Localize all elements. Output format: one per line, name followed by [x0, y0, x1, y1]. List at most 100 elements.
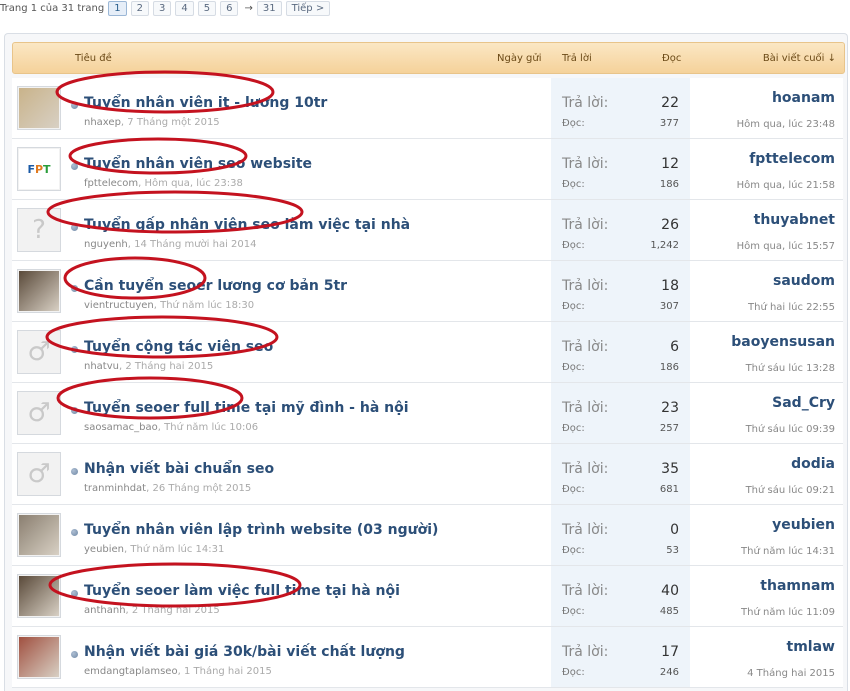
avatar[interactable]: FPT — [17, 147, 61, 191]
column-replies[interactable]: Trả lời — [562, 53, 592, 64]
thread-author-link[interactable]: fpttelecom — [84, 178, 138, 189]
last-post-user-link[interactable]: hoanam — [772, 90, 835, 106]
avatar[interactable] — [17, 86, 61, 130]
last-post-time-link[interactable]: Hôm qua, lúc 21:58 — [737, 180, 835, 191]
thread-stats: Trả lời: 26 Đọc: 1,242 — [551, 200, 690, 260]
last-post: thamnam Thứ năm lúc 11:09 — [695, 566, 835, 626]
thread-row[interactable]: ? Tuyển gấp nhân viên seo làm việc tại nh… — [12, 200, 843, 261]
last-post-time-link[interactable]: Thứ sáu lúc 09:21 — [746, 485, 835, 496]
views-count: 186 — [659, 362, 679, 373]
thread-start-date: , 2 Tháng hai 2015 — [118, 361, 214, 372]
last-post-user-link[interactable]: saudom — [773, 273, 835, 289]
thread-row[interactable]: F P T Tuyển nhân viên seo website fpttelecom… — [12, 139, 843, 200]
last-post-time-link[interactable]: Thứ hai lúc 22:55 — [748, 302, 835, 313]
thread-stats: Trả lời: 0 Đọc: 53 — [551, 505, 690, 565]
thread-title-link[interactable]: Cần tuyển seoer lương cơ bản 5tr — [84, 278, 347, 294]
last-post-user-link[interactable]: thuyabnet — [754, 212, 835, 228]
avatar[interactable] — [17, 513, 61, 557]
thread-row[interactable]: ♂ Tuyển cộng tác viên seo nhatvu, 2 Tháng … — [12, 322, 843, 383]
thread-meta: anthanh, 2 Tháng hai 2015 — [84, 605, 220, 616]
thread-author-link[interactable]: emdangtaplamseo — [84, 666, 178, 677]
thread-stats: Trả lời: 40 Đọc: 485 — [551, 566, 690, 626]
column-title[interactable]: Tiêu đề — [75, 53, 112, 64]
column-date[interactable]: Ngày gửi — [497, 53, 542, 64]
column-views[interactable]: Đọc — [662, 53, 681, 64]
thread-title-link[interactable]: Nhận viết bài chuẩn seo — [84, 461, 274, 477]
last-post: thuyabnet Hôm qua, lúc 15:57 — [695, 200, 835, 260]
last-post-user-link[interactable]: dodia — [791, 456, 835, 472]
thread-row[interactable]: Tuyển nhân viên it - lương 10tr nhaxep, 7… — [12, 78, 843, 139]
replies-label: Trả lời: — [562, 522, 609, 538]
next-page-button[interactable]: Tiếp > — [285, 0, 331, 16]
last-post-time-link[interactable]: Thứ sáu lúc 13:28 — [746, 363, 835, 374]
thread-title-link[interactable]: Tuyển gấp nhân viên seo làm việc tại nhà — [84, 217, 410, 233]
page-link-last[interactable]: 31 — [256, 0, 282, 16]
thread-title-link[interactable]: Tuyển seoer full time tại mỹ đình - hà n… — [84, 400, 409, 416]
last-post-time-link[interactable]: 4 Tháng hai 2015 — [747, 668, 835, 679]
avatar[interactable]: ♂ — [17, 452, 61, 496]
thread-stats: Trả lời: 6 Đọc: 186 — [551, 322, 690, 382]
last-post-time-link[interactable]: Thứ năm lúc 14:31 — [741, 546, 835, 557]
views-label: Đọc: — [562, 362, 585, 373]
last-post-time-link[interactable]: Hôm qua, lúc 15:57 — [737, 241, 835, 252]
last-post-user-link[interactable]: tmlaw — [787, 639, 835, 655]
avatar[interactable]: ♂ — [17, 391, 61, 435]
thread-author-link[interactable]: nguyenh — [84, 239, 128, 250]
thread-row[interactable]: Nhận viết bài giá 30k/bài viết chất lượn… — [12, 627, 843, 688]
page-link-2[interactable]: 2 — [130, 0, 149, 16]
views-label: Đọc: — [562, 423, 585, 434]
last-post-user-link[interactable]: thamnam — [760, 578, 835, 594]
thread-title-link[interactable]: Tuyển cộng tác viên seo — [84, 339, 273, 355]
thread-author-link[interactable]: saosamac_bao — [84, 422, 158, 433]
replies-label: Trả lời: — [562, 156, 609, 172]
page-link-1[interactable]: 1 — [108, 0, 127, 16]
thread-author-link[interactable]: nhatvu — [84, 361, 119, 372]
thread-title-link[interactable]: Tuyển seoer làm việc full time tại hà nộ… — [84, 583, 400, 599]
thread-row[interactable]: Tuyển nhân viên lập trình website (03 ng… — [12, 505, 843, 566]
replies-label: Trả lời: — [562, 95, 609, 111]
column-last-post[interactable]: Bài viết cuối ↓ — [763, 53, 836, 64]
thread-author-link[interactable]: vientructuyen — [84, 300, 154, 311]
thread-row[interactable]: Tuyển seoer làm việc full time tại hà nộ… — [12, 566, 843, 627]
thread-row[interactable]: Cần tuyển seoer lương cơ bản 5tr vientruc… — [12, 261, 843, 322]
page-link-5[interactable]: 5 — [197, 0, 217, 16]
last-post-user-link[interactable]: baoyensusan — [731, 334, 835, 350]
replies-label: Trả lời: — [562, 644, 609, 660]
thread-author-link[interactable]: tranminhdat — [84, 483, 146, 494]
page-link-3[interactable]: 3 — [152, 0, 172, 16]
avatar[interactable]: ? — [17, 208, 61, 252]
replies-count: 22 — [661, 95, 679, 111]
thread-author-link[interactable]: anthanh — [84, 605, 126, 616]
thread-row[interactable]: ♂ Nhận viết bài chuẩn seo tranminhdat, 26 … — [12, 444, 843, 505]
thread-stats: Trả lời: 17 Đọc: 246 — [551, 627, 690, 687]
page-link-6[interactable]: 6 — [220, 0, 239, 16]
page-link-4[interactable]: 4 — [175, 0, 194, 16]
avatar[interactable] — [17, 635, 61, 679]
last-post-user-link[interactable]: Sad_Cry — [772, 395, 835, 411]
replies-count: 18 — [661, 278, 679, 294]
thread-title-link[interactable]: Tuyển nhân viên it - lương 10tr — [84, 95, 327, 111]
avatar[interactable]: ♂ — [17, 330, 61, 374]
thread-list-header: Tiêu đề Ngày gửi Trả lời Đọc Bài viết cu… — [12, 42, 845, 74]
thread-stats: Trả lời: 35 Đọc: 681 — [551, 444, 690, 504]
last-post-time-link[interactable]: Thứ năm lúc 11:09 — [741, 607, 835, 618]
thread-start-date: , 2 Tháng hai 2015 — [125, 605, 220, 616]
thread-status-icon — [71, 163, 78, 170]
avatar[interactable] — [17, 574, 61, 618]
thread-title-link[interactable]: Nhận viết bài giá 30k/bài viết chất lượn… — [84, 644, 405, 660]
thread-title-link[interactable]: Tuyển nhân viên lập trình website (03 ng… — [84, 522, 438, 538]
thread-row[interactable]: ♂ Tuyển seoer full time tại mỹ đình - hà … — [12, 383, 843, 444]
thread-stats: Trả lời: 12 Đọc: 186 — [551, 139, 690, 199]
last-post-user-link[interactable]: yeubien — [772, 517, 835, 533]
thread-meta: nhaxep, 7 Tháng một 2015 — [84, 117, 220, 128]
thread-author-link[interactable]: nhaxep — [84, 117, 121, 128]
last-post-time-link[interactable]: Thứ sáu lúc 09:39 — [746, 424, 835, 435]
avatar[interactable] — [17, 269, 61, 313]
last-post: tmlaw 4 Tháng hai 2015 — [695, 627, 835, 687]
thread-meta: nhatvu, 2 Tháng hai 2015 — [84, 361, 213, 372]
thread-author-link[interactable]: yeubien — [84, 544, 124, 555]
last-post-user-link[interactable]: fpttelecom — [749, 151, 835, 167]
thread-title-link[interactable]: Tuyển nhân viên seo website — [84, 156, 312, 172]
last-post-time-link[interactable]: Hôm qua, lúc 23:48 — [737, 119, 835, 130]
replies-count: 0 — [670, 522, 679, 538]
